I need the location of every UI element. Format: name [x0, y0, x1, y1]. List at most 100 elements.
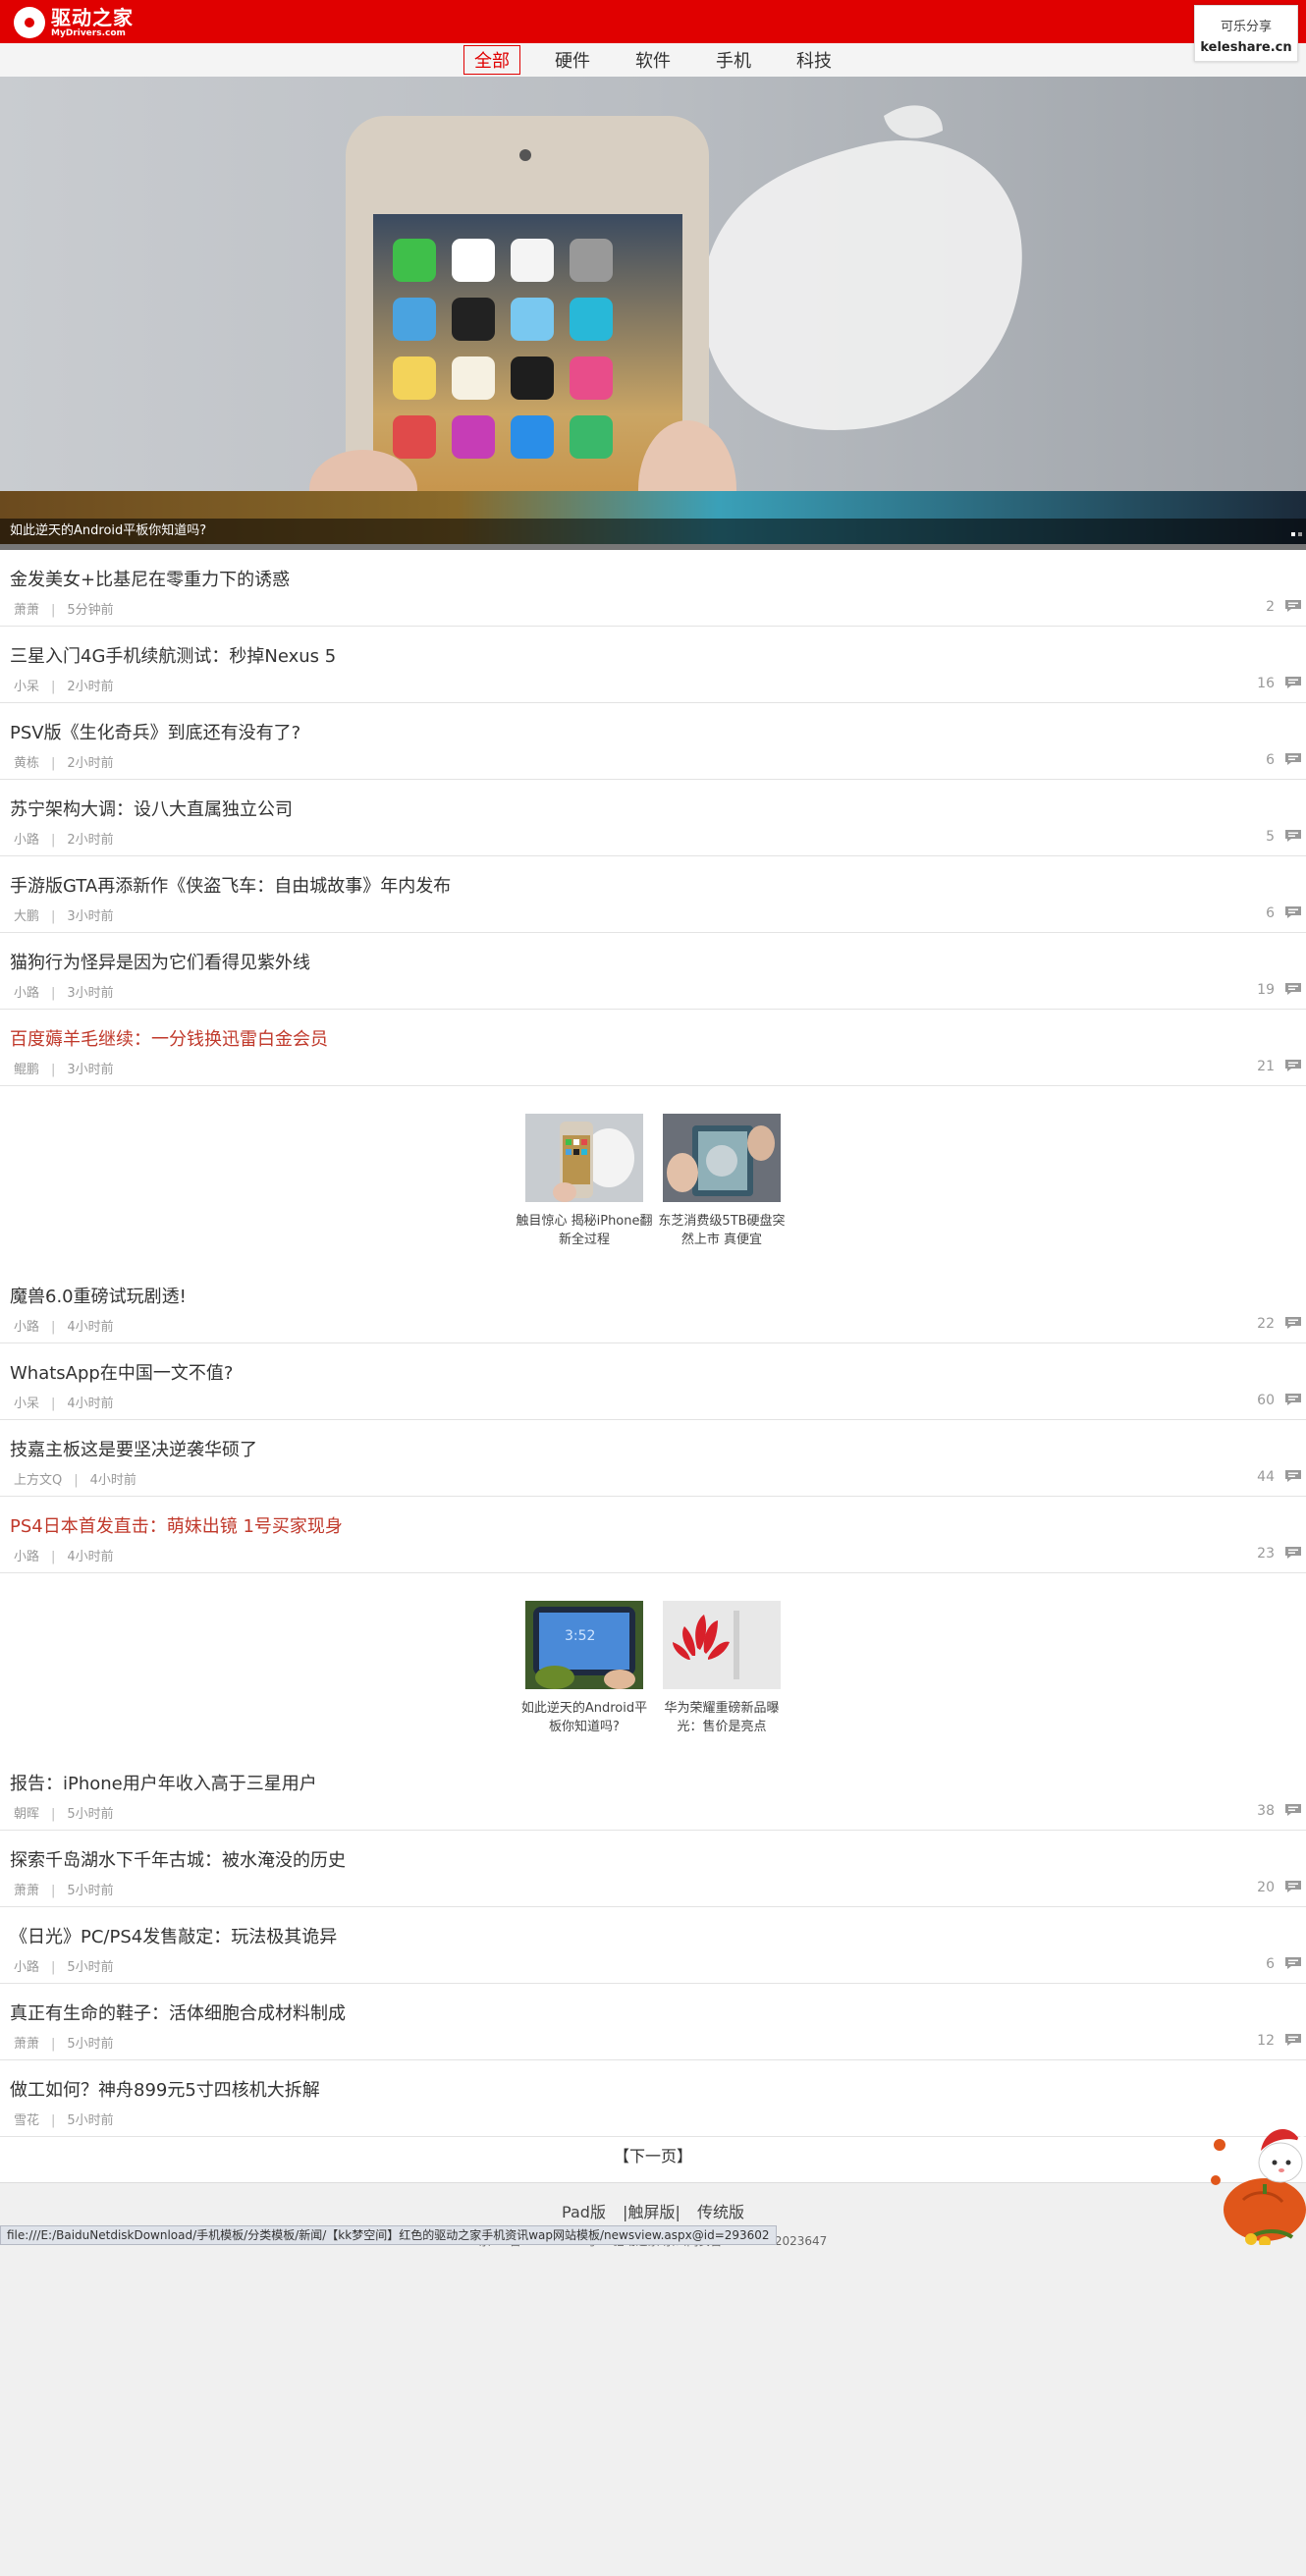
list-item[interactable]: PS4日本首发直击：萌妹出镜 1号买家现身 小路 | 4小时前 23 — [0, 1497, 1306, 1573]
article-time: 5小时前 — [67, 1884, 114, 1898]
photo-caption[interactable]: 触目惊心 揭秘iPhone翻新全过程 — [516, 1212, 653, 1249]
article-meta: 萧萧 | 5小时前 — [14, 2037, 114, 2052]
photo-card[interactable]: 东芝消费级5TB硬盘突然上市 真便宜 — [653, 1114, 790, 1249]
article-title[interactable]: 手游版GTA再添新作《侠盗飞车：自由城故事》年内发布 — [10, 872, 451, 898]
article-title[interactable]: 真正有生命的鞋子：活体细胞合成材料制成 — [10, 2000, 346, 2025]
list-item[interactable]: PSV版《生化奇兵》到底还有没有了? 黄栋 | 2小时前 6 — [0, 703, 1306, 780]
list-item[interactable]: 技嘉主板这是要坚决逆袭华硕了 上方文Q | 4小时前 44 — [0, 1420, 1306, 1497]
list-item[interactable]: WhatsApp在中国一文不值? 小呆 | 4小时前 60 — [0, 1343, 1306, 1420]
tab-software[interactable]: 软件 — [625, 45, 681, 75]
article-title[interactable]: 三星入门4G手机续航测试：秒掉Nexus 5 — [10, 642, 336, 668]
banner-slider[interactable]: 如此逆天的Android平板你知道吗? — [0, 77, 1306, 544]
share-widget[interactable]: 可乐分享 keleshare.cn — [1194, 5, 1298, 62]
banner-image — [0, 77, 1306, 544]
photo-row: 3:52 如此逆天的Android平板你知道吗? 华为荣耀重磅新品曝光：售价是亮… — [0, 1573, 1306, 1754]
article-title[interactable]: PS4日本首发直击：萌妹出镜 1号买家现身 — [10, 1512, 343, 1538]
article-author: 小路 — [14, 986, 40, 1001]
comment-count: 19 — [1257, 982, 1275, 998]
category-nav: 全部 硬件 软件 手机 科技 — [0, 43, 1306, 78]
article-meta: 鲲鹏 | 3小时前 — [14, 1063, 114, 1077]
article-title[interactable]: PSV版《生化奇兵》到底还有没有了? — [10, 719, 300, 744]
site-logo[interactable]: 驱动之家 MyDrivers.com — [14, 6, 134, 39]
list-item[interactable]: 《日光》PC/PS4发售敲定：玩法极其诡异 小路 | 5小时前 6 — [0, 1907, 1306, 1984]
article-author: 黄栋 — [14, 756, 40, 771]
mascot-icon[interactable] — [1204, 2092, 1306, 2245]
comment-count: 20 — [1257, 1880, 1275, 1895]
photo-thumb[interactable]: 3:52 — [525, 1601, 643, 1689]
article-title[interactable]: 技嘉主板这是要坚决逆袭华硕了 — [10, 1436, 257, 1461]
list-item[interactable]: 做工如何？神舟899元5寸四核机大拆解 雪花 | 5小时前 — [0, 2060, 1306, 2137]
photo-card[interactable]: 触目惊心 揭秘iPhone翻新全过程 — [516, 1114, 653, 1249]
comment-icon — [1285, 983, 1301, 995]
comment-count: 6 — [1266, 1956, 1275, 1972]
photo-caption[interactable]: 东芝消费级5TB硬盘突然上市 真便宜 — [653, 1212, 790, 1249]
list-item[interactable]: 猫狗行为怪异是因为它们看得见紫外线 小路 | 3小时前 19 — [0, 933, 1306, 1010]
article-title[interactable]: 报告：iPhone用户年收入高于三星用户 — [10, 1770, 317, 1795]
article-title[interactable]: 做工如何？神舟899元5寸四核机大拆解 — [10, 2076, 320, 2102]
photo-card[interactable]: 华为荣耀重磅新品曝光：售价是亮点 — [653, 1601, 790, 1736]
slider-dot[interactable] — [1298, 532, 1302, 536]
article-title[interactable]: 探索千岛湖水下千年古城：被水淹没的历史 — [10, 1846, 346, 1872]
tab-hardware[interactable]: 硬件 — [544, 45, 601, 75]
tab-tech[interactable]: 科技 — [786, 45, 843, 75]
logo-icon — [14, 7, 45, 38]
link-pad-version[interactable]: Pad版 — [562, 2203, 606, 2221]
article-time: 3小时前 — [67, 909, 114, 924]
top-header: 驱动之家 MyDrivers.com — [0, 0, 1306, 43]
photo-thumb[interactable] — [525, 1114, 643, 1202]
photo-thumb[interactable] — [663, 1114, 781, 1202]
banner-caption[interactable]: 如此逆天的Android平板你知道吗? — [0, 519, 1306, 544]
list-item[interactable]: 真正有生命的鞋子：活体细胞合成材料制成 萧萧 | 5小时前 12 — [0, 1984, 1306, 2060]
article-author: 小路 — [14, 1320, 40, 1335]
article-title[interactable]: 百度薅羊毛继续：一分钱换迅雷白金会员 — [10, 1025, 328, 1051]
photo-caption[interactable]: 如此逆天的Android平板你知道吗? — [516, 1699, 653, 1736]
list-item[interactable]: 金发美女+比基尼在零重力下的诱惑 萧萧 | 5分钟前 2 — [0, 550, 1306, 627]
comment-count: 38 — [1257, 1803, 1275, 1819]
article-time: 5小时前 — [67, 2113, 114, 2128]
article-title[interactable]: 《日光》PC/PS4发售敲定：玩法极其诡异 — [10, 1923, 337, 1948]
slider-dot[interactable] — [1291, 532, 1295, 536]
list-item[interactable]: 百度薅羊毛继续：一分钱换迅雷白金会员 鲲鹏 | 3小时前 21 — [0, 1010, 1306, 1086]
photo-caption[interactable]: 华为荣耀重磅新品曝光：售价是亮点 — [653, 1699, 790, 1736]
photo-card[interactable]: 3:52 如此逆天的Android平板你知道吗? — [516, 1601, 653, 1736]
list-item[interactable]: 魔兽6.0重磅试玩剧透! 小路 | 4小时前 22 — [0, 1267, 1306, 1343]
article-meta: 雪花 | 5小时前 — [14, 2113, 114, 2128]
article-author: 小路 — [14, 1960, 40, 1975]
tab-phone[interactable]: 手机 — [705, 45, 762, 75]
browser-status-url: file:///E:/BaiduNetdiskDownload/手机模板/分类模… — [0, 2225, 777, 2245]
comment-count: 21 — [1257, 1059, 1275, 1074]
comment-count: 6 — [1266, 905, 1275, 921]
article-author: 大鹏 — [14, 909, 40, 924]
tab-all[interactable]: 全部 — [463, 45, 520, 75]
article-author: 萧萧 — [14, 1884, 40, 1898]
article-title[interactable]: 猫狗行为怪异是因为它们看得见紫外线 — [10, 949, 310, 974]
comment-count: 22 — [1257, 1316, 1275, 1332]
photo-thumb[interactable] — [663, 1601, 781, 1689]
link-touch-version[interactable]: |触屏版| — [623, 2203, 680, 2221]
list-item[interactable]: 三星入门4G手机续航测试：秒掉Nexus 5 小呆 | 2小时前 16 — [0, 627, 1306, 703]
article-time: 4小时前 — [67, 1550, 114, 1564]
article-author: 萧萧 — [14, 2037, 40, 2052]
article-title[interactable]: 金发美女+比基尼在零重力下的诱惑 — [10, 566, 290, 591]
comment-icon — [1285, 1957, 1301, 1969]
comment-icon — [1285, 600, 1301, 612]
comment-count: 6 — [1266, 752, 1275, 768]
article-meta: 小路 | 4小时前 — [14, 1320, 114, 1335]
next-page-link[interactable]: 【下一页】 — [0, 2137, 1306, 2182]
list-item[interactable]: 苏宁架构大调：设八大直属独立公司 小路 | 2小时前 5 — [0, 780, 1306, 856]
comment-count: 5 — [1266, 829, 1275, 845]
list-item[interactable]: 探索千岛湖水下千年古城：被水淹没的历史 萧萧 | 5小时前 20 — [0, 1831, 1306, 1907]
comment-icon — [1285, 1060, 1301, 1071]
slider-dots — [1291, 532, 1302, 536]
list-item[interactable]: 报告：iPhone用户年收入高于三星用户 朝晖 | 5小时前 38 — [0, 1754, 1306, 1831]
share-domain: keleshare.cn — [1200, 40, 1292, 55]
comment-count: 2 — [1266, 599, 1275, 615]
link-classic-version[interactable]: 传统版 — [697, 2203, 744, 2221]
article-title[interactable]: 魔兽6.0重磅试玩剧透! — [10, 1283, 187, 1308]
list-item[interactable]: 手游版GTA再添新作《侠盗飞车：自由城故事》年内发布 大鹏 | 3小时前 6 — [0, 856, 1306, 933]
comment-icon — [1285, 1394, 1301, 1405]
article-title[interactable]: WhatsApp在中国一文不值? — [10, 1359, 233, 1385]
article-title[interactable]: 苏宁架构大调：设八大直属独立公司 — [10, 795, 293, 821]
photo-row: 触目惊心 揭秘iPhone翻新全过程 东芝消费级5TB硬盘突然上市 真便宜 — [0, 1086, 1306, 1267]
article-author: 朝晖 — [14, 1807, 40, 1822]
